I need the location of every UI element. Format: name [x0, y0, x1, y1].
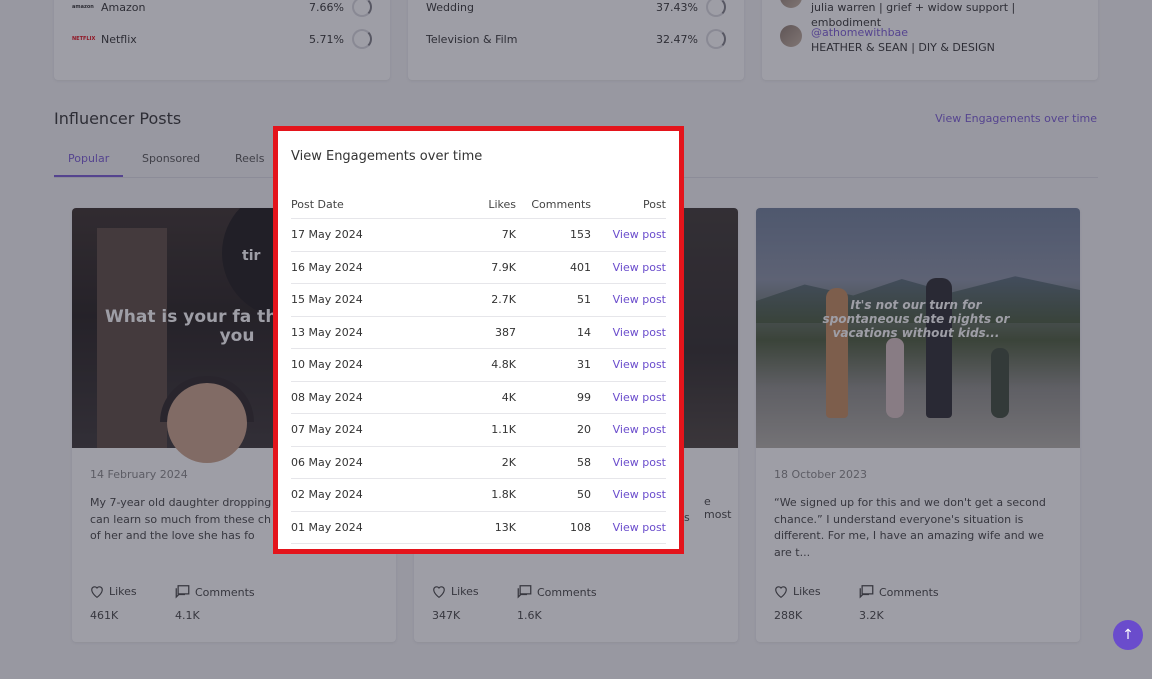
likes-cell: 1.1K [491, 423, 516, 437]
comments-cell: 31 [577, 358, 591, 372]
likes-cell: 4K [501, 390, 516, 404]
post-date-cell: 01 May 2024 [291, 520, 363, 534]
column-header-date: Post Date [291, 197, 344, 211]
post-date-cell: 17 May 2024 [291, 228, 363, 242]
view-post-link[interactable]: View post [591, 358, 666, 371]
table-row: 10 May 2024 4.8K 31 View post [291, 349, 666, 382]
view-post-link[interactable]: View post [591, 456, 666, 469]
arrow-up-icon: ↑ [1122, 627, 1134, 643]
comments-cell: 99 [577, 390, 591, 404]
post-date-cell: 16 May 2024 [291, 260, 363, 274]
table-row: 17 May 2024 7K 153 View post [291, 219, 666, 252]
scroll-to-top-button[interactable]: ↑ [1113, 620, 1143, 650]
table-row: 08 May 2024 4K 99 View post [291, 382, 666, 414]
likes-cell: 13K [494, 520, 516, 534]
comments-cell: 14 [577, 325, 591, 339]
view-post-link[interactable]: View post [591, 521, 666, 534]
likes-cell: 4.8K [491, 358, 516, 372]
view-post-link[interactable]: View post [591, 391, 666, 404]
comments-cell: 50 [577, 488, 591, 502]
column-header-post: Post [642, 197, 666, 211]
post-date-cell: 07 May 2024 [291, 423, 363, 437]
post-date-cell: 08 May 2024 [291, 390, 363, 404]
column-header-comments: Comments [531, 197, 591, 211]
modal-title: View Engagements over time [291, 149, 483, 164]
likes-cell: 2K [501, 455, 516, 469]
likes-cell: 2.7K [491, 293, 516, 307]
table-row: 06 May 2024 2K 58 View post [291, 447, 666, 479]
engagements-table: Post Date Likes Comments Post 17 May 202… [291, 190, 666, 544]
view-post-link[interactable]: View post [591, 228, 666, 241]
view-post-link[interactable]: View post [591, 326, 666, 339]
view-post-link[interactable]: View post [591, 293, 666, 306]
post-date-cell: 06 May 2024 [291, 455, 363, 469]
page: amazon Amazon 7.66% NETFLIX Netflix 5.71… [0, 0, 1152, 679]
view-post-link[interactable]: View post [591, 423, 666, 436]
likes-cell: 387 [495, 325, 516, 339]
view-post-link[interactable]: View post [591, 261, 666, 274]
likes-cell: 7.9K [491, 260, 516, 274]
table-row: 13 May 2024 387 14 View post [291, 317, 666, 349]
post-date-cell: 13 May 2024 [291, 325, 363, 339]
post-date-cell: 15 May 2024 [291, 293, 363, 307]
column-header-likes: Likes [488, 197, 516, 211]
comments-cell: 20 [577, 423, 591, 437]
table-row: 02 May 2024 1.8K 50 View post [291, 479, 666, 512]
likes-cell: 1.8K [491, 488, 516, 502]
likes-cell: 7K [501, 228, 516, 242]
comments-cell: 51 [577, 293, 591, 307]
post-date-cell: 02 May 2024 [291, 488, 363, 502]
view-post-link[interactable]: View post [591, 488, 666, 501]
comments-cell: 108 [570, 520, 591, 534]
comments-cell: 58 [577, 455, 591, 469]
comments-cell: 401 [570, 260, 591, 274]
engagements-modal: View Engagements over time Post Date Lik… [273, 126, 684, 554]
table-row: 15 May 2024 2.7K 51 View post [291, 284, 666, 317]
comments-cell: 153 [570, 228, 591, 242]
table-header: Post Date Likes Comments Post [291, 190, 666, 219]
table-row: 01 May 2024 13K 108 View post [291, 512, 666, 544]
modal-content: View Engagements over time Post Date Lik… [290, 143, 667, 544]
post-date-cell: 10 May 2024 [291, 358, 363, 372]
table-row: 07 May 2024 1.1K 20 View post [291, 414, 666, 447]
table-row: 16 May 2024 7.9K 401 View post [291, 252, 666, 284]
